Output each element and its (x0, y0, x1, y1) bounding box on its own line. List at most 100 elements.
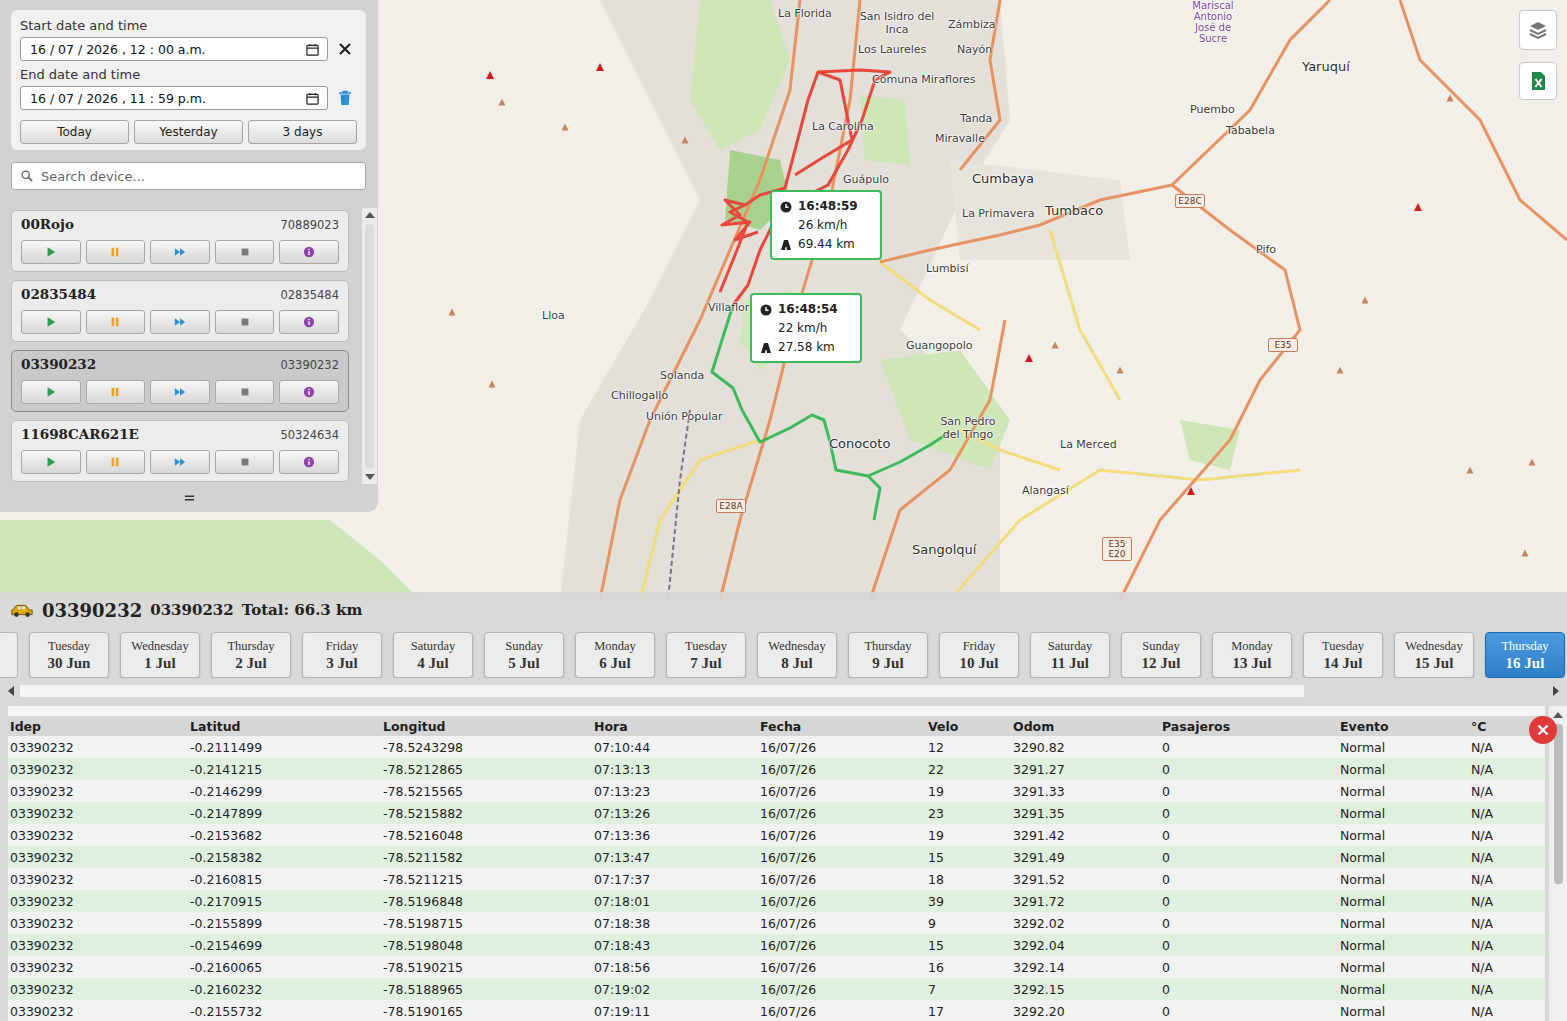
day-tab[interactable]: Saturday11 Jul (1030, 632, 1110, 678)
play-button[interactable] (21, 450, 81, 474)
day-tab[interactable]: Tuesday7 Jul (666, 632, 746, 678)
column-header[interactable]: Velo (926, 719, 1011, 734)
close-icon[interactable] (338, 41, 352, 57)
column-header[interactable]: Latitud (188, 719, 381, 734)
export-excel-button[interactable] (1519, 62, 1557, 100)
info-button[interactable] (279, 240, 339, 264)
pause-button[interactable] (86, 310, 146, 334)
start-date-input[interactable]: 16 / 07 / 2026 , 12 : 00 a.m. (20, 37, 328, 61)
column-header[interactable]: Hora (592, 719, 758, 734)
day-tab[interactable]: Tuesday14 Jul (1303, 632, 1383, 678)
column-header[interactable]: Idep (8, 719, 188, 734)
table-row[interactable]: 03390232-0.2111499-78.524329807:10:4416/… (8, 736, 1545, 758)
forward-button[interactable] (150, 380, 210, 404)
column-header[interactable]: Longitud (381, 719, 592, 734)
device-card[interactable]: 0339023203390232 (11, 350, 349, 412)
info-button[interactable] (279, 310, 339, 334)
table-cell: -78.5198048 (381, 938, 592, 953)
table-row[interactable]: 03390232-0.2155732-78.519016507:19:1116/… (8, 1000, 1545, 1021)
scroll-thumb[interactable] (1554, 724, 1563, 884)
play-button[interactable] (21, 310, 81, 334)
device-card[interactable]: 11698CAR621E50324634 (11, 420, 349, 482)
play-button[interactable] (21, 380, 81, 404)
day-tab[interactable]: Friday10 Jul (939, 632, 1019, 678)
stop-button[interactable] (215, 240, 275, 264)
table-row[interactable]: 03390232-0.2154699-78.519804807:18:4316/… (8, 934, 1545, 956)
device-card[interactable]: 00Rojo70889023 (11, 210, 349, 272)
day-tab[interactable]: Sunday12 Jul (1121, 632, 1201, 678)
day-tab[interactable]: Monday6 Jul (575, 632, 655, 678)
scroll-up-icon[interactable] (365, 212, 375, 218)
calendar-icon[interactable] (306, 92, 319, 105)
quick-range-button[interactable]: Yesterday (134, 120, 243, 144)
table-row[interactable]: 03390232-0.2141215-78.521286507:13:1316/… (8, 758, 1545, 780)
pause-button[interactable] (86, 380, 146, 404)
day-tab[interactable]: Thursday16 Jul (1485, 632, 1565, 678)
scroll-down-icon[interactable] (365, 474, 375, 480)
day-tab[interactable]: Tuesday30 Jun (29, 632, 109, 678)
table-scrollbar[interactable] (1549, 706, 1567, 1021)
column-header[interactable]: Pasajeros (1160, 719, 1338, 734)
end-date-input[interactable]: 16 / 07 / 2026 , 11 : 59 p.m. (20, 86, 328, 110)
table-row[interactable]: 03390232-0.2170915-78.519684807:18:0116/… (8, 890, 1545, 912)
stop-button[interactable] (215, 310, 275, 334)
calendar-icon[interactable] (306, 43, 319, 56)
peak-icon (1362, 297, 1369, 304)
trash-icon[interactable] (338, 90, 352, 106)
device-scrollbar[interactable] (362, 208, 377, 484)
day-tab[interactable]: Sunday5 Jul (484, 632, 564, 678)
forward-button[interactable] (150, 450, 210, 474)
device-search[interactable]: Search device... (11, 162, 366, 190)
quick-range-button[interactable]: Today (20, 120, 129, 144)
day-scrollbar[interactable] (0, 684, 1567, 698)
day-tab[interactable]: Wednesday15 Jul (1394, 632, 1474, 678)
scroll-right-icon[interactable] (1553, 686, 1559, 696)
map-label: La Primavera (962, 207, 1034, 220)
day-tab-cut[interactable] (0, 632, 18, 678)
vehicle-name: 03390232 (42, 600, 142, 621)
table-row[interactable]: 03390232-0.2153682-78.521604807:13:3616/… (8, 824, 1545, 846)
day-tab[interactable]: Saturday4 Jul (393, 632, 473, 678)
table-row[interactable]: 03390232-0.2158382-78.521158207:13:4716/… (8, 846, 1545, 868)
day-tab[interactable]: Monday13 Jul (1212, 632, 1292, 678)
stop-button[interactable] (215, 450, 275, 474)
road (1050, 230, 1120, 400)
table-cell: 07:17:37 (592, 872, 758, 887)
forward-button[interactable] (150, 310, 210, 334)
play-button[interactable] (21, 240, 81, 264)
table-row[interactable]: 03390232-0.2160815-78.521121507:17:3716/… (8, 868, 1545, 890)
table-row[interactable]: 03390232-0.2155899-78.519871507:18:3816/… (8, 912, 1545, 934)
day-tab[interactable]: Wednesday1 Jul (120, 632, 200, 678)
layers-button[interactable] (1519, 10, 1557, 50)
table-cell: -78.5215565 (381, 784, 592, 799)
close-table-button[interactable] (1529, 716, 1557, 744)
map-label: Los Laureles (858, 43, 926, 56)
scroll-thumb[interactable] (20, 685, 1304, 697)
info-button[interactable] (279, 450, 339, 474)
column-header[interactable]: Evento (1338, 719, 1469, 734)
info-button[interactable] (279, 380, 339, 404)
stop-button[interactable] (215, 380, 275, 404)
forward-button[interactable] (150, 240, 210, 264)
table-cell: 07:19:11 (592, 1004, 758, 1019)
day-tab[interactable]: Wednesday8 Jul (757, 632, 837, 678)
table-row[interactable]: 03390232-0.2147899-78.521588207:13:2616/… (8, 802, 1545, 824)
pause-button[interactable] (86, 240, 146, 264)
day-tab[interactable]: Friday3 Jul (302, 632, 382, 678)
day-tab[interactable]: Thursday2 Jul (211, 632, 291, 678)
grip-icon[interactable] (184, 494, 195, 502)
quick-range-button[interactable]: 3 days (248, 120, 357, 144)
pause-button[interactable] (86, 450, 146, 474)
scroll-left-icon[interactable] (8, 686, 14, 696)
panel-resize-handle[interactable] (0, 484, 378, 512)
day-tab[interactable]: Thursday9 Jul (848, 632, 928, 678)
column-header[interactable]: Fecha (758, 719, 926, 734)
map-label: Guápulo (843, 173, 889, 186)
table-row[interactable]: 03390232-0.2146299-78.521556507:13:2316/… (8, 780, 1545, 802)
scroll-up-icon[interactable] (1553, 712, 1563, 718)
table-row[interactable]: 03390232-0.2160065-78.519021507:18:5616/… (8, 956, 1545, 978)
column-header[interactable]: Odom (1011, 719, 1160, 734)
scroll-thumb[interactable] (365, 224, 374, 468)
table-row[interactable]: 03390232-0.2160232-78.518896507:19:0216/… (8, 978, 1545, 1000)
device-card[interactable]: 0283548402835484 (11, 280, 349, 342)
